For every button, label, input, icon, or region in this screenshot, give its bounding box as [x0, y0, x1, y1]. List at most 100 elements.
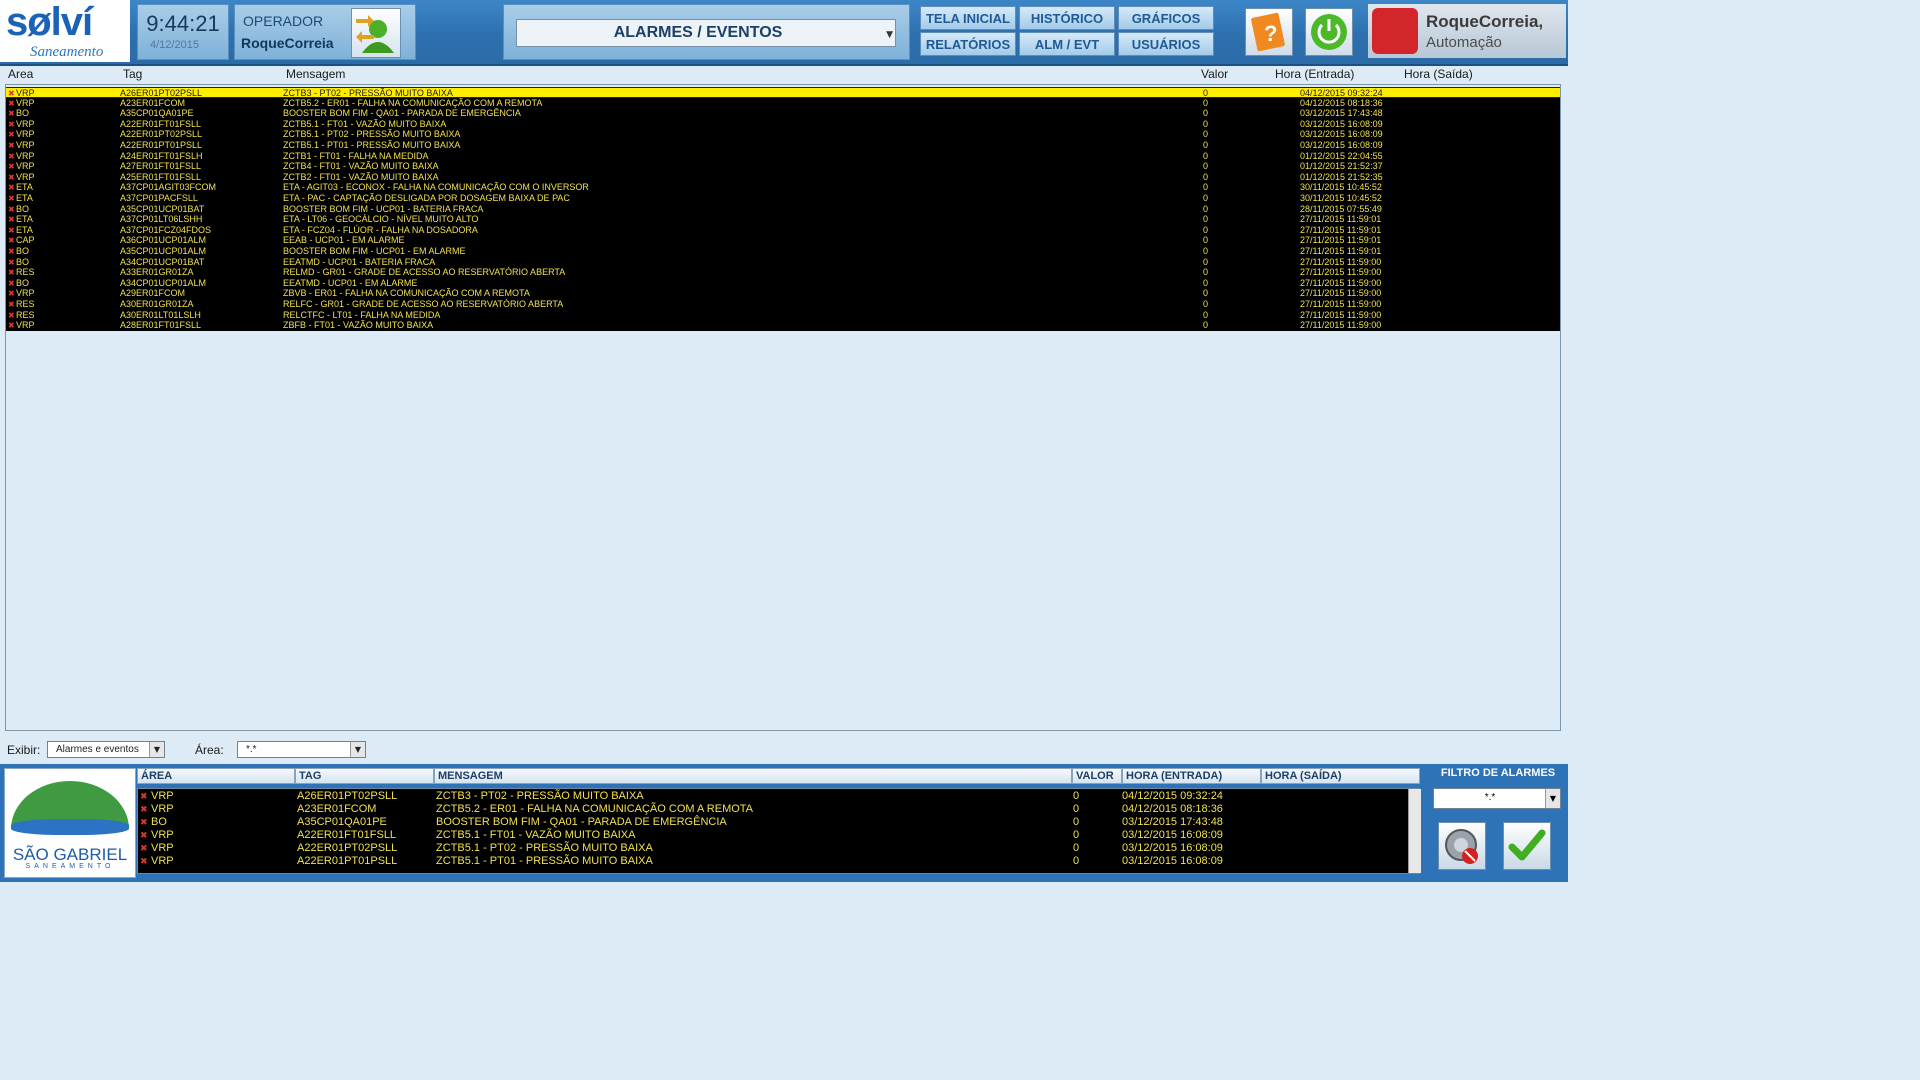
svg-text:?: ? [1264, 21, 1277, 46]
table-row[interactable]: ✖ BO A35CP01UCP01BAT BOOSTER BOM FIM - UCP0… [6, 203, 1560, 215]
nav-relatorios[interactable]: RELATÓRIOS [920, 32, 1016, 56]
nav-tela-inicial[interactable]: TELA INICIAL [920, 6, 1016, 30]
alarm-status-icon: ✖ [140, 830, 148, 840]
alarm-status-icon: ✖ [8, 289, 15, 299]
table-row[interactable]: ✖ ETA A37CP01LT06LSHH ETA - LT06 - GEOCÁLCI… [6, 214, 1560, 225]
table-row[interactable]: ✖ RES A30ER01LT01LSLH RELCTFC - LT01 - FALH… [6, 309, 1560, 321]
table-row[interactable]: ✖ VRP A22ER01FT01FSLL ZCTB5.1 - FT01 - VAZÃ… [6, 118, 1560, 130]
alarm-filter-select[interactable]: *.* ▼ [1433, 788, 1561, 809]
cell-valor: 0 [1203, 277, 1209, 288]
alarm-status-icon: ✖ [8, 268, 15, 278]
help-button[interactable]: ? [1245, 8, 1293, 56]
cell-area: VRP [151, 803, 174, 815]
cell-hora-entrada: 01/12/2015 21:52:35 [1300, 171, 1383, 182]
chevron-down-icon: ▼ [886, 30, 893, 40]
table-row[interactable]: ✖ CAP A36CP01UCP01ALM EEAB - UCP01 - EM ALA… [6, 235, 1560, 246]
cell-mensagem: ETA - PAC - CAPTAÇÃO DESLIGADA POR DOSAG… [283, 193, 570, 203]
table-row[interactable]: ✖ VRP A26ER01PT02PSLL ZCTB3 - PT02 - PRESSÃ… [6, 87, 1560, 98]
cell-mensagem: BOOSTER BOM FIM - UCP01 - BATERIA FRACA [283, 203, 484, 214]
table-row[interactable]: ✖ VRP A24ER01FT01FSLH ZCTB1 - FT01 - FALHA … [6, 150, 1560, 162]
col-hora-entrada[interactable]: Hora (Entrada) [1275, 67, 1354, 81]
switch-user-icon [356, 15, 394, 53]
col-mensagem[interactable]: Mensagem [286, 67, 345, 81]
list-item[interactable]: ✖ VRP A22ER01PT01PSLL ZCTB5.1 - PT01 - PRES… [138, 855, 1408, 868]
cell-hora-entrada: 03/12/2015 17:43:48 [1122, 816, 1223, 828]
col-hora-saida[interactable]: Hora (Saída) [1404, 67, 1473, 81]
acknowledge-button[interactable] [1503, 822, 1551, 870]
list-item[interactable]: ✖ VRP A22ER01PT02PSLL ZCTB5.1 - PT02 - PRES… [138, 842, 1408, 855]
cell-valor: 0 [1203, 320, 1209, 331]
power-button[interactable] [1305, 8, 1353, 56]
cell-hora-entrada: 27/11/2015 11:59:00 [1300, 277, 1382, 288]
table-row[interactable]: ✖ BO A35CP01QA01PE BOOSTER BOM FIM - QA01 -… [6, 108, 1560, 119]
list-item[interactable]: ✖ BO A35CP01QA01PE BOOSTER BOM FIM - QA01 -… [138, 816, 1408, 829]
alarm-status-icon: ✖ [8, 130, 15, 140]
cell-area: ETA [16, 193, 33, 203]
cell-tag: A22ER01PT02PSLL [120, 129, 203, 140]
nav-graficos[interactable]: GRÁFICOS [1118, 6, 1214, 30]
table-row[interactable]: ✖ VRP A25ER01FT01FSLL ZCTB2 - FT01 - VAZÃO … [6, 171, 1560, 183]
bcol-mensagem[interactable]: MENSAGEM [434, 768, 1072, 784]
alarm-status-icon: ✖ [8, 151, 15, 161]
table-row[interactable]: ✖ VRP A27ER01FT01FSLL ZCTB4 - FT01 - VAZÃO … [6, 161, 1560, 172]
alarm-status-icon: ✖ [8, 89, 15, 98]
table-row[interactable]: ✖ VRP A28ER01FT01FSLL ZBFB - FT01 - VAZÃO M… [6, 320, 1560, 331]
list-item[interactable]: ✖ VRP A22ER01FT01FSLL ZCTB5.1 - FT01 - VAZÃ… [138, 829, 1408, 842]
alarm-status-icon: ✖ [8, 204, 15, 214]
bcol-hora-saida[interactable]: HORA (SAÍDA) [1261, 768, 1420, 784]
table-row[interactable]: ✖ VRP A29ER01FCOM ZBVB - ER01 - FALHA NA CO… [6, 288, 1560, 299]
active-alarm-scrollbar[interactable] [1408, 789, 1421, 873]
cell-valor: 0 [1203, 129, 1209, 140]
alarm-filter-value: *.* [1484, 792, 1496, 803]
table-row[interactable]: ✖ ETA A37CP01AGIT03FCOM ETA - AGIT03 - ECON… [6, 182, 1560, 193]
bcol-hora-entrada[interactable]: HORA (ENTRADA) [1122, 768, 1261, 784]
table-row[interactable]: ✖ ETA A37CP01FCZ04FDOS ETA - FCZ04 - FLÚOR … [6, 224, 1560, 236]
active-alarm-grid[interactable]: ✖ VRP A26ER01PT02PSLL ZCTB3 - PT02 - PRESSÃ… [137, 788, 1420, 874]
col-area[interactable]: Area [8, 67, 33, 81]
bcol-valor[interactable]: VALOR [1072, 768, 1122, 784]
list-item[interactable]: ✖ VRP A23ER01FCOM ZCTB5.2 - ER01 - FALHA NA… [138, 803, 1408, 816]
area-select[interactable]: *.* ▼ [237, 741, 366, 758]
nav-historico[interactable]: HISTÓRICO [1019, 6, 1115, 30]
cell-hora-entrada: 27/11/2015 11:59:00 [1300, 267, 1382, 278]
table-row[interactable]: ✖ VRP A22ER01PT02PSLL ZCTB5.1 - PT02 - PRES… [6, 129, 1560, 140]
alarm-grid[interactable]: ✖ VRP A26ER01PT02PSLL ZCTB3 - PT02 - PRESSÃ… [5, 84, 1561, 731]
cell-area: BO [16, 277, 30, 288]
switch-user-button[interactable] [351, 8, 401, 58]
cell-hora-entrada: 04/12/2015 08:18:36 [1300, 97, 1383, 108]
nav-usuarios[interactable]: USUÁRIOS [1118, 32, 1214, 56]
table-row[interactable]: ✖ VRP A22ER01PT01PSLL ZCTB5.1 - PT01 - PRES… [6, 140, 1560, 151]
cell-valor: 0 [1073, 855, 1080, 867]
table-row[interactable]: ✖ BO A34CP01UCP01BAT EEATMD - UCP01 - BATER… [6, 256, 1560, 268]
table-row[interactable]: ✖ RES A33ER01GR01ZA RELMD - GR01 - GRADE DE… [6, 267, 1560, 278]
cell-tag: A34CP01UCP01BAT [120, 256, 205, 267]
nav-alm-evt[interactable]: ALM / EVT [1019, 32, 1115, 56]
cell-tag: A22ER01FT01FSLL [297, 829, 397, 841]
cell-valor: 0 [1203, 256, 1209, 267]
cell-mensagem: ETA - LT06 - GEOCÁLCIO - NÍVEL MUITO ALT… [283, 214, 479, 225]
silence-alarm-button[interactable] [1438, 822, 1486, 870]
cell-tag: A23ER01FCOM [297, 803, 377, 815]
col-valor[interactable]: Valor [1201, 67, 1228, 81]
cell-area: VRP [151, 829, 174, 841]
list-item[interactable]: ✖ VRP A26ER01PT02PSLL ZCTB3 - PT02 - PRESSÃ… [138, 790, 1408, 803]
show-select[interactable]: Alarmes e eventos ▼ [47, 741, 165, 758]
brand-sub: Automação [1426, 34, 1502, 51]
table-row[interactable]: ✖ RES A30ER01GR01ZA RELFC - GR01 - GRADE DE… [6, 299, 1560, 310]
bcol-area[interactable]: ÁREA [137, 768, 295, 784]
screen-selector-dropdown[interactable]: ALARMES / EVENTOS ▼ [516, 19, 896, 47]
cell-tag: A22ER01PT02PSLL [297, 842, 398, 854]
cell-hora-entrada: 27/11/2015 11:59:00 [1300, 320, 1382, 331]
table-row[interactable]: ✖ VRP A23ER01FCOM ZCTB5.2 - ER01 - FALHA NA… [6, 97, 1560, 109]
cell-tag: A34CP01UCP01ALM [120, 277, 207, 288]
table-row[interactable]: ✖ BO A34CP01UCP01ALM EEATMD - UCP01 - EM AL… [6, 277, 1560, 289]
help-book-icon: ? [1251, 12, 1285, 52]
logo-name: SÃO GABRIEL [12, 845, 128, 864]
table-row[interactable]: ✖ BO A35CP01UCP01ALM BOOSTER BOM FIM - UCP0… [6, 246, 1560, 257]
cell-valor: 0 [1203, 150, 1209, 161]
cell-area: VRP [16, 320, 35, 331]
table-row[interactable]: ✖ ETA A37CP01PACFSLL ETA - PAC - CAPTAÇÃO D… [6, 193, 1560, 204]
bcol-tag[interactable]: TAG [295, 768, 434, 784]
screen-selector-panel: ALARMES / EVENTOS ▼ [503, 4, 910, 60]
col-tag[interactable]: Tag [123, 67, 142, 81]
